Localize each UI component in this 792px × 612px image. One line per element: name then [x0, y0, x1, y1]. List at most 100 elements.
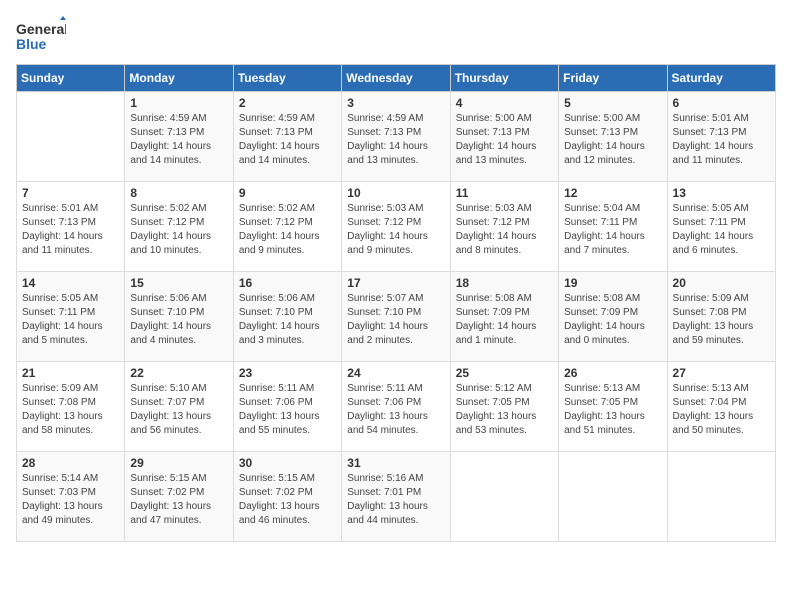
- day-cell: 24 Sunrise: 5:11 AM Sunset: 7:06 PM Dayli…: [342, 362, 450, 452]
- day-number: 24: [347, 366, 444, 380]
- day-info: Sunrise: 5:05 AM Sunset: 7:11 PM Dayligh…: [673, 202, 770, 258]
- day-number: 1: [130, 96, 227, 110]
- day-info: Sunrise: 5:12 AM Sunset: 7:05 PM Dayligh…: [456, 382, 553, 438]
- day-info: Sunrise: 5:15 AM Sunset: 7:02 PM Dayligh…: [239, 472, 336, 528]
- day-number: 11: [456, 186, 553, 200]
- day-info: Sunrise: 5:10 AM Sunset: 7:07 PM Dayligh…: [130, 382, 227, 438]
- day-cell: [559, 452, 667, 542]
- day-cell: 7Sunrise: 5:01 AM Sunset: 7:13 PM Daylig…: [17, 182, 125, 272]
- day-cell: 13Sunrise: 5:05 AM Sunset: 7:11 PM Dayli…: [667, 182, 775, 272]
- day-number: 29: [130, 456, 227, 470]
- day-cell: 22 Sunrise: 5:10 AM Sunset: 7:07 PM Dayli…: [125, 362, 233, 452]
- day-info: Sunrise: 5:08 AM Sunset: 7:09 PM Dayligh…: [564, 292, 661, 348]
- day-number: 19: [564, 276, 661, 290]
- day-cell: 17 Sunrise: 5:07 AM Sunset: 7:10 PM Dayli…: [342, 272, 450, 362]
- day-number: 4: [456, 96, 553, 110]
- day-cell: 14Sunrise: 5:05 AM Sunset: 7:11 PM Dayli…: [17, 272, 125, 362]
- week-row-2: 7Sunrise: 5:01 AM Sunset: 7:13 PM Daylig…: [17, 182, 776, 272]
- day-info: Sunrise: 5:00 AM Sunset: 7:13 PM Dayligh…: [564, 112, 661, 168]
- day-cell: 28Sunrise: 5:14 AM Sunset: 7:03 PM Dayli…: [17, 452, 125, 542]
- week-row-5: 28Sunrise: 5:14 AM Sunset: 7:03 PM Dayli…: [17, 452, 776, 542]
- day-cell: 19 Sunrise: 5:08 AM Sunset: 7:09 PM Dayli…: [559, 272, 667, 362]
- day-cell: 10 Sunrise: 5:03 AM Sunset: 7:12 PM Dayli…: [342, 182, 450, 272]
- day-cell: 11 Sunrise: 5:03 AM Sunset: 7:12 PM Dayli…: [450, 182, 558, 272]
- svg-text:General: General: [16, 21, 66, 37]
- day-number: 10: [347, 186, 444, 200]
- day-info: Sunrise: 5:11 AM Sunset: 7:06 PM Dayligh…: [239, 382, 336, 438]
- day-number: 5: [564, 96, 661, 110]
- day-info: Sunrise: 5:09 AM Sunset: 7:08 PM Dayligh…: [673, 292, 770, 348]
- day-number: 17: [347, 276, 444, 290]
- day-info: Sunrise: 5:03 AM Sunset: 7:12 PM Dayligh…: [347, 202, 444, 258]
- logo-svg: General Blue: [16, 16, 66, 56]
- day-cell: [667, 452, 775, 542]
- day-cell: 29 Sunrise: 5:15 AM Sunset: 7:02 PM Dayli…: [125, 452, 233, 542]
- day-info: Sunrise: 5:16 AM Sunset: 7:01 PM Dayligh…: [347, 472, 444, 528]
- day-info: Sunrise: 5:15 AM Sunset: 7:02 PM Dayligh…: [130, 472, 227, 528]
- day-number: 6: [673, 96, 770, 110]
- day-cell: 31 Sunrise: 5:16 AM Sunset: 7:01 PM Dayli…: [342, 452, 450, 542]
- calendar-table: SundayMondayTuesdayWednesdayThursdayFrid…: [16, 64, 776, 542]
- week-row-3: 14Sunrise: 5:05 AM Sunset: 7:11 PM Dayli…: [17, 272, 776, 362]
- day-number: 23: [239, 366, 336, 380]
- day-cell: 8 Sunrise: 5:02 AM Sunset: 7:12 PM Daylig…: [125, 182, 233, 272]
- day-cell: 25 Sunrise: 5:12 AM Sunset: 7:05 PM Dayli…: [450, 362, 558, 452]
- day-cell: 6 Sunrise: 5:01 AM Sunset: 7:13 PM Daylig…: [667, 92, 775, 182]
- day-number: 15: [130, 276, 227, 290]
- svg-text:Blue: Blue: [16, 36, 47, 52]
- day-info: Sunrise: 5:02 AM Sunset: 7:12 PM Dayligh…: [239, 202, 336, 258]
- week-row-4: 21 Sunrise: 5:09 AM Sunset: 7:08 PM Dayli…: [17, 362, 776, 452]
- day-cell: 15 Sunrise: 5:06 AM Sunset: 7:10 PM Dayli…: [125, 272, 233, 362]
- day-info: Sunrise: 5:03 AM Sunset: 7:12 PM Dayligh…: [456, 202, 553, 258]
- day-info: Sunrise: 4:59 AM Sunset: 7:13 PM Dayligh…: [347, 112, 444, 168]
- day-info: Sunrise: 5:05 AM Sunset: 7:11 PM Dayligh…: [22, 292, 119, 348]
- day-number: 21: [22, 366, 119, 380]
- header: General Blue: [16, 16, 776, 56]
- day-number: 26: [564, 366, 661, 380]
- day-cell: 1 Sunrise: 4:59 AM Sunset: 7:13 PM Daylig…: [125, 92, 233, 182]
- day-cell: 21 Sunrise: 5:09 AM Sunset: 7:08 PM Dayli…: [17, 362, 125, 452]
- day-info: Sunrise: 5:08 AM Sunset: 7:09 PM Dayligh…: [456, 292, 553, 348]
- day-cell: 18Sunrise: 5:08 AM Sunset: 7:09 PM Dayli…: [450, 272, 558, 362]
- day-number: 31: [347, 456, 444, 470]
- day-number: 3: [347, 96, 444, 110]
- day-info: Sunrise: 5:02 AM Sunset: 7:12 PM Dayligh…: [130, 202, 227, 258]
- logo: General Blue: [16, 16, 66, 56]
- weekday-header-monday: Monday: [125, 65, 233, 92]
- day-info: Sunrise: 5:11 AM Sunset: 7:06 PM Dayligh…: [347, 382, 444, 438]
- day-info: Sunrise: 4:59 AM Sunset: 7:13 PM Dayligh…: [239, 112, 336, 168]
- day-info: Sunrise: 5:06 AM Sunset: 7:10 PM Dayligh…: [130, 292, 227, 348]
- day-info: Sunrise: 5:01 AM Sunset: 7:13 PM Dayligh…: [673, 112, 770, 168]
- day-info: Sunrise: 5:13 AM Sunset: 7:04 PM Dayligh…: [673, 382, 770, 438]
- day-info: Sunrise: 4:59 AM Sunset: 7:13 PM Dayligh…: [130, 112, 227, 168]
- day-number: 30: [239, 456, 336, 470]
- day-number: 12: [564, 186, 661, 200]
- day-number: 8: [130, 186, 227, 200]
- day-cell: [17, 92, 125, 182]
- weekday-header-thursday: Thursday: [450, 65, 558, 92]
- weekday-header-friday: Friday: [559, 65, 667, 92]
- week-row-1: 1 Sunrise: 4:59 AM Sunset: 7:13 PM Daylig…: [17, 92, 776, 182]
- day-info: Sunrise: 5:07 AM Sunset: 7:10 PM Dayligh…: [347, 292, 444, 348]
- day-cell: 12 Sunrise: 5:04 AM Sunset: 7:11 PM Dayli…: [559, 182, 667, 272]
- day-number: 25: [456, 366, 553, 380]
- day-info: Sunrise: 5:04 AM Sunset: 7:11 PM Dayligh…: [564, 202, 661, 258]
- day-number: 22: [130, 366, 227, 380]
- day-info: Sunrise: 5:01 AM Sunset: 7:13 PM Dayligh…: [22, 202, 119, 258]
- weekday-header-wednesday: Wednesday: [342, 65, 450, 92]
- day-cell: 3 Sunrise: 4:59 AM Sunset: 7:13 PM Daylig…: [342, 92, 450, 182]
- day-cell: 2Sunrise: 4:59 AM Sunset: 7:13 PM Daylig…: [233, 92, 341, 182]
- day-info: Sunrise: 5:00 AM Sunset: 7:13 PM Dayligh…: [456, 112, 553, 168]
- day-cell: 23 Sunrise: 5:11 AM Sunset: 7:06 PM Dayli…: [233, 362, 341, 452]
- day-number: 28: [22, 456, 119, 470]
- day-cell: 27 Sunrise: 5:13 AM Sunset: 7:04 PM Dayli…: [667, 362, 775, 452]
- day-info: Sunrise: 5:09 AM Sunset: 7:08 PM Dayligh…: [22, 382, 119, 438]
- day-number: 27: [673, 366, 770, 380]
- day-cell: 20Sunrise: 5:09 AM Sunset: 7:08 PM Dayli…: [667, 272, 775, 362]
- day-cell: [450, 452, 558, 542]
- day-cell: 5 Sunrise: 5:00 AM Sunset: 7:13 PM Daylig…: [559, 92, 667, 182]
- day-number: 16: [239, 276, 336, 290]
- day-cell: 16Sunrise: 5:06 AM Sunset: 7:10 PM Dayli…: [233, 272, 341, 362]
- weekday-header-sunday: Sunday: [17, 65, 125, 92]
- day-cell: 30 Sunrise: 5:15 AM Sunset: 7:02 PM Dayli…: [233, 452, 341, 542]
